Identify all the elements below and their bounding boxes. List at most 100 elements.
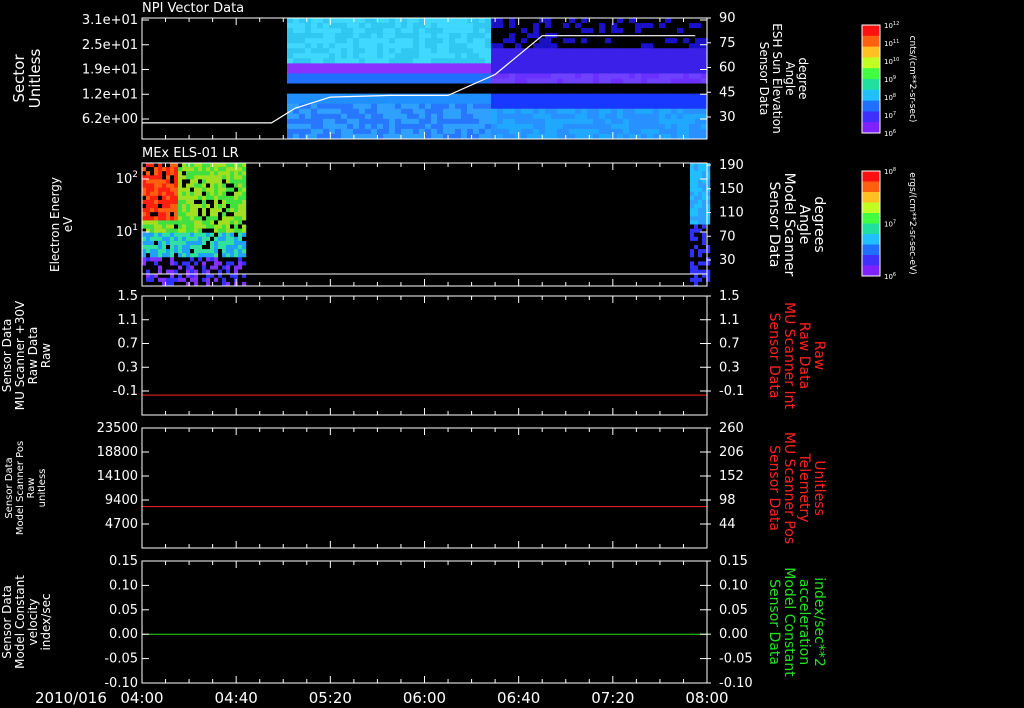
heatmap-cell [311, 58, 318, 64]
heatmap-cell [545, 23, 552, 29]
heatmap-cell [467, 43, 474, 49]
heatmap-cell [413, 63, 420, 69]
heatmap-cell [485, 23, 492, 29]
heatmap-cell [509, 68, 516, 74]
heatmap-cell [461, 68, 468, 74]
heatmap-cell [222, 212, 227, 217]
y2-tick-label: 45 [719, 85, 736, 100]
heatmap-cell [599, 48, 606, 54]
heatmap-cell [162, 249, 167, 254]
heatmap-cell [150, 249, 155, 254]
heatmap-cell [467, 133, 474, 140]
heatmap-cell [287, 18, 294, 24]
heatmap-cell [170, 236, 175, 242]
heatmap-cell [142, 261, 147, 266]
heatmap-cell [395, 38, 402, 44]
heatmap-cell [347, 33, 354, 39]
heatmap-cell [178, 240, 183, 246]
heatmap-cell [202, 220, 207, 225]
heatmap-cell [683, 78, 690, 84]
heatmap-cell [230, 277, 235, 283]
heatmap-cell [170, 183, 175, 188]
heatmap-cell [407, 18, 414, 24]
heatmap-cell [683, 53, 690, 59]
heatmap-cell [230, 232, 235, 238]
heatmap-cell [146, 240, 151, 246]
heatmap-cell [677, 83, 684, 89]
heatmap-cell [665, 63, 672, 69]
heatmap-cell [545, 103, 552, 110]
heatmap-cell [365, 88, 372, 94]
heatmap-cell [178, 204, 183, 209]
heatmap-cell [305, 93, 312, 99]
heatmap-cell [690, 204, 695, 209]
heatmap-cell [485, 38, 492, 44]
heatmap-cell [194, 187, 199, 192]
heatmap-cell [599, 38, 606, 44]
heatmap-cell [431, 53, 438, 59]
heatmap-cell [485, 128, 492, 135]
heatmap-cell [521, 58, 528, 64]
heatmap-cell [515, 93, 522, 99]
heatmap-cell [198, 269, 203, 274]
heatmap-cell [665, 113, 672, 120]
heatmap-cell [150, 269, 155, 274]
heatmap-cell [449, 48, 456, 54]
heatmap-cell [503, 88, 510, 94]
heatmap-cell [365, 53, 372, 59]
heatmap-cell [461, 113, 468, 120]
heatmap-cell [485, 113, 492, 120]
heatmap-cell [694, 187, 699, 192]
heatmap-cell [545, 93, 552, 99]
heatmap-cell [311, 28, 318, 34]
heatmap-cell [461, 103, 468, 110]
heatmap-cell [311, 33, 318, 39]
heatmap-cell [491, 88, 498, 94]
heatmap-cell [365, 38, 372, 44]
heatmap-cell [383, 83, 390, 89]
heatmap-cell [234, 232, 239, 238]
heatmap-cell [353, 128, 360, 135]
heatmap-cell [455, 38, 462, 44]
heatmap-cell [551, 133, 558, 140]
heatmap-cell [238, 191, 243, 197]
heatmap-cell [569, 128, 576, 135]
y-axis-label-line: Unitless [26, 49, 44, 109]
heatmap-cell [623, 53, 630, 59]
heatmap-cell [425, 43, 432, 49]
heatmap-cell [665, 28, 672, 34]
heatmap-cell [407, 28, 414, 34]
heatmap-cell [162, 204, 167, 209]
heatmap-cell [647, 98, 654, 105]
heatmap-cell [178, 224, 183, 229]
heatmap-cell [443, 83, 450, 89]
heatmap-cell [401, 43, 408, 49]
heatmap-cell [599, 98, 606, 105]
heatmap-cell [413, 78, 420, 84]
heatmap-cell [226, 208, 231, 213]
heatmap-cell [443, 38, 450, 44]
heatmap-cell [443, 103, 450, 110]
heatmap-cell [377, 43, 384, 49]
heatmap-cell [407, 48, 414, 54]
heatmap-cell [222, 245, 227, 250]
heatmap-cell [174, 220, 179, 225]
heatmap-cell [234, 257, 239, 262]
heatmap-cell [218, 204, 223, 209]
heatmap-cell [383, 73, 390, 79]
heatmap-cell [551, 73, 558, 79]
heatmap-cell [226, 253, 231, 258]
heatmap-cell [158, 191, 163, 197]
heatmap-cell [485, 68, 492, 74]
heatmap-cell [545, 113, 552, 120]
heatmap-cell [182, 216, 187, 221]
heatmap-cell [353, 103, 360, 110]
heatmap-cell [186, 224, 191, 229]
heatmap-cell [509, 23, 516, 29]
heatmap-cell [671, 113, 678, 120]
heatmap-cell [683, 113, 690, 120]
heatmap-cell [677, 88, 684, 94]
heatmap-cell [503, 113, 510, 120]
heatmap-cell [389, 58, 396, 64]
heatmap-cell [467, 73, 474, 79]
